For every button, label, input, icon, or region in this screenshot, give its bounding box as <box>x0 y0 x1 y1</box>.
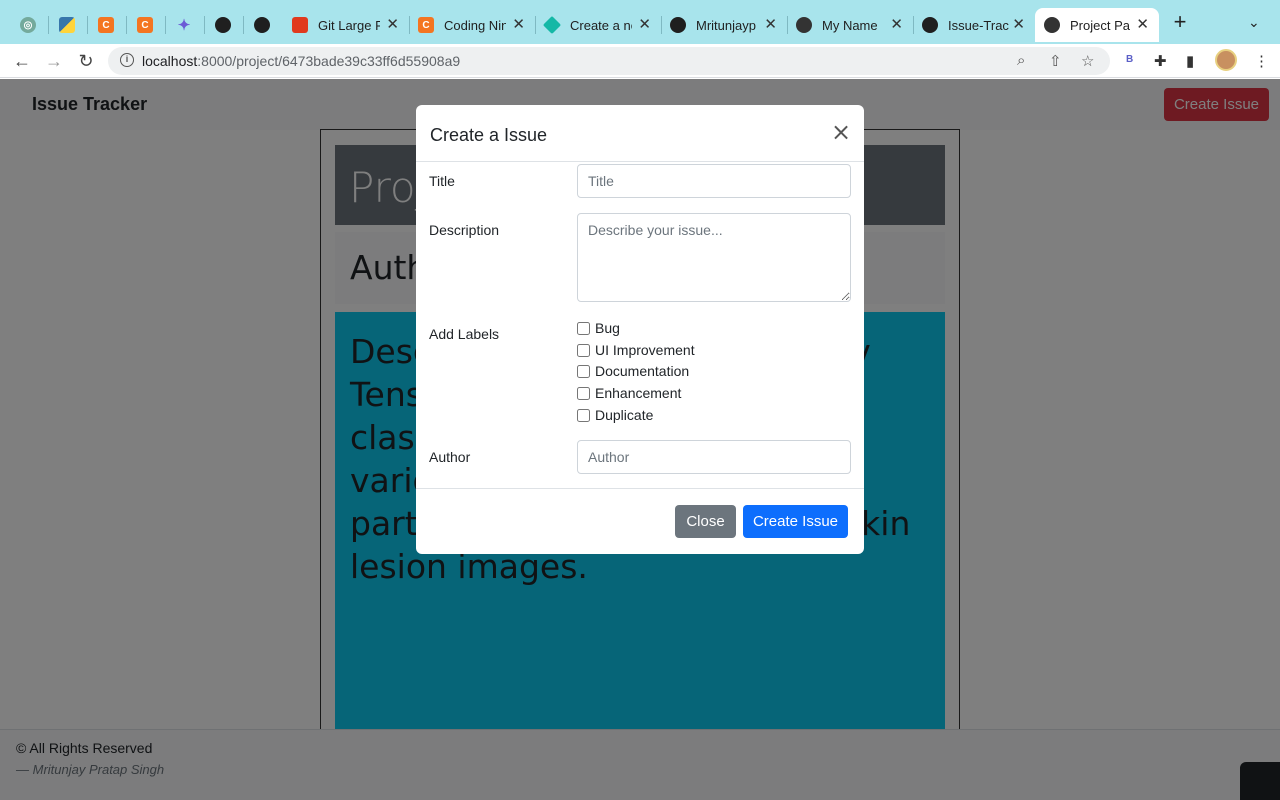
globe-icon <box>796 17 812 33</box>
new-tab-plus-icon[interactable]: + <box>1169 11 1191 34</box>
back-arrow-icon[interactable]: ← <box>10 49 34 73</box>
close-button[interactable]: Close <box>675 505 736 538</box>
browser-tab-bar: ◎ C C ✦ Git Large F ✕ C Coding Nin ✕ Cre… <box>0 0 1280 44</box>
chatgpt-icon: ◎ <box>20 17 36 33</box>
tab-create-new[interactable]: Create a ne ✕ <box>536 8 661 42</box>
extension-b-icon[interactable]: B <box>1126 54 1133 65</box>
create-issue-submit-button[interactable]: Create Issue <box>743 505 848 538</box>
tab-codingninjas-1[interactable]: C <box>87 8 125 42</box>
author-label: Author <box>429 449 471 465</box>
title-label: Title <box>429 173 455 189</box>
codingninjas-icon: C <box>98 17 114 33</box>
close-tab-icon[interactable]: ✕ <box>386 17 399 32</box>
tab-label: Mritunjayp <box>696 17 756 33</box>
python-icon <box>59 17 75 33</box>
modal-header: Create a Issue × <box>416 105 864 162</box>
gemini-sparkle-icon: ✦ <box>177 17 191 34</box>
tab-label: My Name <box>822 17 878 33</box>
label-checkbox-bug[interactable]: Bug <box>577 320 620 336</box>
description-label: Description <box>429 222 500 238</box>
close-tab-icon[interactable]: ✕ <box>512 17 525 32</box>
documentation-checkbox[interactable] <box>577 364 590 378</box>
title-input[interactable] <box>577 164 851 198</box>
close-tab-icon[interactable]: ✕ <box>1012 17 1025 32</box>
tab-coding-ninjas[interactable]: C Coding Nin ✕ <box>410 8 535 42</box>
tab-label: Issue-Trac <box>948 17 1009 33</box>
modal-close-x-icon[interactable]: × <box>829 120 853 145</box>
browser-toolbar: ← → ↻ i localhost:8000/project/6473bade3… <box>0 44 1280 78</box>
close-tab-icon[interactable]: ✕ <box>890 17 903 32</box>
tab-search-chevron-icon[interactable]: ⌄ <box>1248 14 1260 31</box>
description-textarea[interactable] <box>577 213 851 302</box>
checkbox-label: UI Improvement <box>595 342 695 358</box>
side-panel-icon[interactable]: ▮ <box>1186 52 1194 70</box>
close-tab-icon[interactable]: ✕ <box>764 17 777 32</box>
tab-label: Coding Nin <box>444 17 506 33</box>
label-checkbox-duplicate[interactable]: Duplicate <box>577 407 653 423</box>
checkbox-label: Duplicate <box>595 407 654 423</box>
checkbox-label: Bug <box>595 320 620 336</box>
zoom-icon[interactable]: ⌕ <box>1017 52 1025 69</box>
label-checkbox-enhancement[interactable]: Enhancement <box>577 385 681 401</box>
tab-github-mritunjay[interactable]: Mritunjayp ✕ <box>662 8 787 42</box>
reload-icon[interactable]: ↻ <box>74 49 98 73</box>
address-bar[interactable]: i localhost:8000/project/6473bade39c33ff… <box>108 47 1110 75</box>
github-icon <box>215 17 231 33</box>
add-labels-label: Add Labels <box>429 326 500 342</box>
diamond-icon <box>542 15 562 35</box>
forward-arrow-icon[interactable]: → <box>42 49 66 73</box>
checkbox-label: Documentation <box>595 363 690 379</box>
tab-github-1[interactable] <box>204 8 242 42</box>
share-icon[interactable]: ⇧ <box>1049 52 1062 70</box>
checkbox-label: Enhancement <box>595 385 682 401</box>
profile-avatar[interactable] <box>1215 49 1237 71</box>
ui-improvement-checkbox[interactable] <box>577 343 590 357</box>
tab-label: Git Large F <box>318 17 380 33</box>
tab-issue-tracker-repo[interactable]: Issue-Trac ✕ <box>914 8 1035 42</box>
bookmark-star-icon[interactable]: ☆ <box>1081 52 1094 70</box>
author-input[interactable] <box>577 440 851 474</box>
tab-git-lfs[interactable]: Git Large F ✕ <box>284 8 409 42</box>
close-tab-icon[interactable]: ✕ <box>1136 17 1149 32</box>
tab-gemini[interactable]: ✦ <box>165 8 203 42</box>
modal-footer: Close Create Issue <box>416 488 864 554</box>
site-info-icon[interactable]: i <box>120 53 134 67</box>
create-issue-modal: Create a Issue × Title Description Add L… <box>416 105 864 554</box>
tab-python[interactable] <box>48 8 86 42</box>
modal-title: Create a Issue <box>430 125 548 145</box>
extensions-puzzle-icon[interactable]: ✚ <box>1154 52 1167 70</box>
enhancement-checkbox[interactable] <box>577 386 590 400</box>
codingninjas-icon: C <box>137 17 153 33</box>
bug-checkbox[interactable] <box>577 321 590 335</box>
tab-codingninjas-2[interactable]: C <box>126 8 164 42</box>
codingninjas-icon: C <box>418 17 434 33</box>
tab-chatgpt[interactable]: ◎ <box>9 8 47 42</box>
tab-label: Create a ne <box>570 17 632 33</box>
github-icon <box>922 17 938 33</box>
tab-label: Project Pag <box>1070 17 1130 33</box>
globe-icon <box>1044 17 1060 33</box>
git-lfs-icon <box>292 17 308 33</box>
tab-my-name[interactable]: My Name ✕ <box>788 8 913 42</box>
close-tab-icon[interactable]: ✕ <box>638 17 651 32</box>
github-icon <box>254 17 270 33</box>
page-content: Issue Tracker Create Issue Proj Auth Des… <box>0 79 1280 800</box>
url-text: localhost:8000/project/6473bade39c33ff6d… <box>142 53 461 69</box>
tab-github-2[interactable] <box>243 8 281 42</box>
browser-menu-icon[interactable]: ⋮ <box>1254 52 1269 70</box>
label-checkbox-documentation[interactable]: Documentation <box>577 363 689 379</box>
duplicate-checkbox[interactable] <box>577 408 590 422</box>
github-icon <box>670 17 686 33</box>
label-checkbox-ui-improvement[interactable]: UI Improvement <box>577 342 695 358</box>
tab-project-page[interactable]: Project Pag ✕ <box>1035 8 1159 42</box>
